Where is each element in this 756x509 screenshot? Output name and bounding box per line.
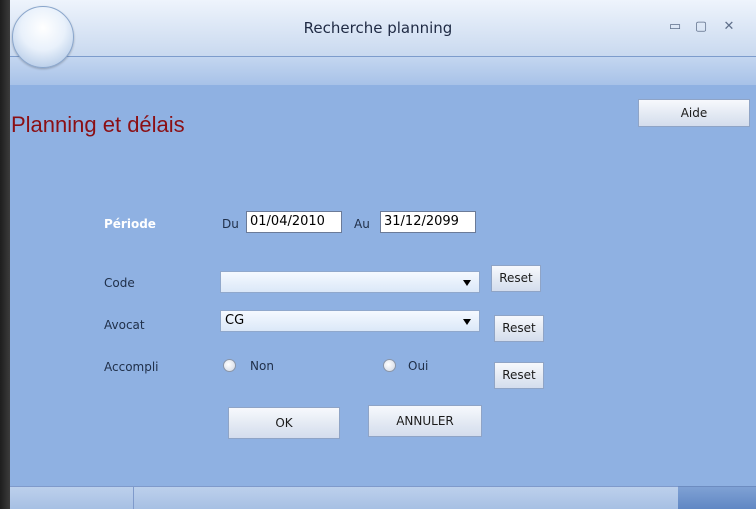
avocat-dropdown-value: CG: [225, 313, 245, 328]
chevron-down-icon: [463, 280, 471, 286]
ribbon-bar: [10, 57, 756, 85]
window-title: Recherche planning: [303, 19, 453, 37]
code-dropdown[interactable]: [220, 271, 480, 293]
code-label: Code: [104, 276, 135, 290]
status-bar-end-panel: [678, 486, 756, 509]
maximize-icon[interactable]: ▢: [690, 18, 712, 36]
chevron-down-icon: [463, 319, 471, 325]
period-from-label: Du: [222, 217, 239, 231]
period-from-field[interactable]: 01/04/2010: [246, 211, 342, 233]
avocat-reset-button[interactable]: Reset: [494, 315, 544, 342]
status-bar: [10, 486, 756, 509]
accompli-label: Accompli: [104, 360, 159, 374]
accompli-non-label: Non: [250, 359, 274, 373]
status-bar-divider: [133, 486, 134, 509]
accompli-reset-button[interactable]: Reset: [494, 362, 544, 389]
avocat-label: Avocat: [104, 318, 145, 332]
window-left-border: [0, 0, 10, 509]
close-icon[interactable]: ✕: [718, 18, 740, 36]
accompli-non-radio[interactable]: [223, 359, 236, 372]
app-window: Recherche planning ▭ ▢ ✕ Aide Planning e…: [0, 0, 756, 509]
accompli-oui-label: Oui: [408, 359, 429, 373]
period-to-label: Au: [354, 217, 370, 231]
minimize-icon[interactable]: ▭: [664, 18, 686, 36]
accompli-oui-radio[interactable]: [383, 359, 396, 372]
help-button[interactable]: Aide: [638, 99, 750, 127]
avocat-dropdown[interactable]: CG: [220, 310, 480, 332]
period-to-field[interactable]: 31/12/2099: [380, 211, 476, 233]
period-label: Période: [104, 217, 156, 231]
code-reset-button[interactable]: Reset: [491, 265, 541, 292]
ok-button[interactable]: OK: [228, 407, 340, 439]
page-title: Planning et délais: [11, 112, 185, 137]
cancel-button[interactable]: ANNULER: [368, 405, 482, 437]
